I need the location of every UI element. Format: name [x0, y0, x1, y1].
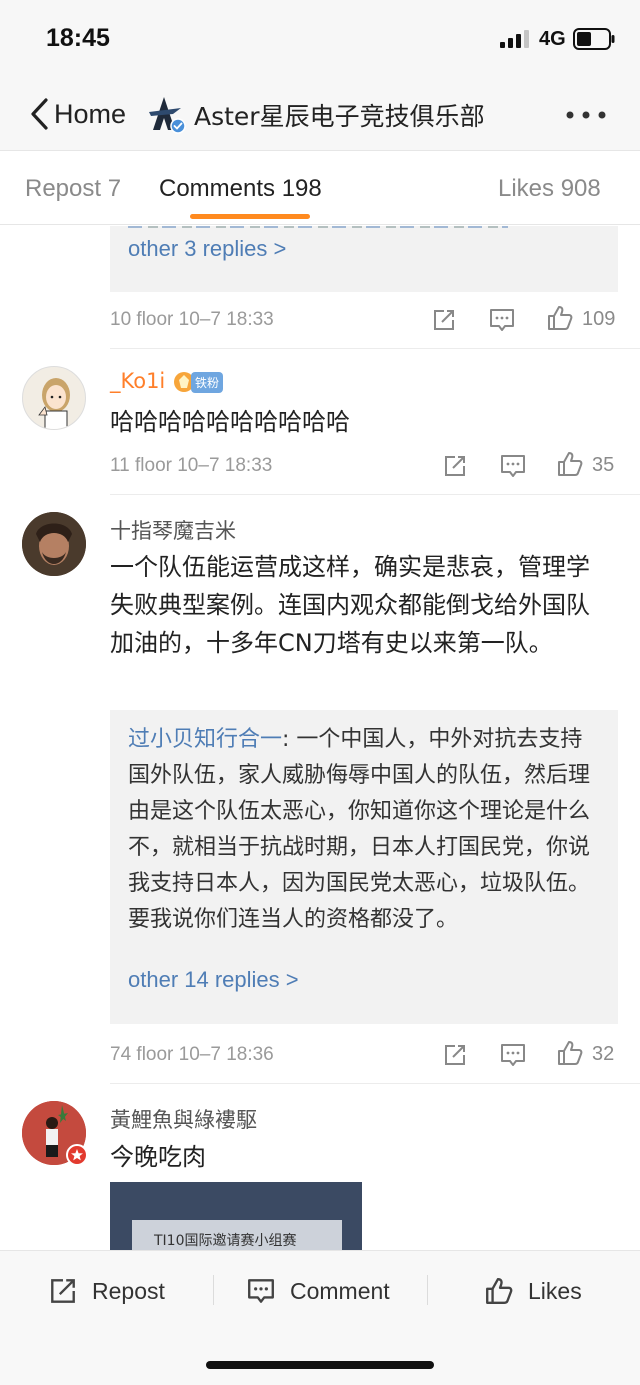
share-icon[interactable] — [430, 306, 458, 334]
like-count: 32 — [592, 1043, 615, 1065]
fan-badge: 铁粉 — [173, 371, 224, 393]
avatar-illustration — [38, 378, 70, 429]
comment-icon — [248, 1279, 274, 1303]
comment-meta: 74 floor 10–7 18:36 — [110, 1044, 274, 1065]
repost-label: Repost — [92, 1277, 165, 1304]
like-thumb-icon — [486, 1278, 513, 1304]
reply-box: other 3 replies > — [110, 226, 618, 292]
status-bar: 18:45 4G — [0, 0, 640, 80]
comment-icon[interactable] — [488, 306, 516, 334]
more-options-icon[interactable] — [565, 110, 607, 120]
username[interactable]: _Ko1i — [110, 369, 165, 393]
divider — [110, 1083, 640, 1084]
comment-text: 今晚吃肉 — [110, 1143, 206, 1171]
like-thumb-icon[interactable] — [546, 304, 574, 332]
like-count: 109 — [582, 308, 616, 330]
avatar-illustration — [22, 512, 86, 576]
avatar[interactable] — [22, 512, 86, 576]
club-logo-icon[interactable] — [145, 94, 187, 136]
signal-icon — [500, 30, 529, 48]
separator — [213, 1275, 214, 1305]
share-icon[interactable] — [441, 452, 469, 480]
repost-icon — [51, 1279, 75, 1303]
like-count: 35 — [592, 454, 615, 476]
back-button[interactable]: Home — [28, 94, 126, 134]
tab-comments[interactable]: Comments 198 — [159, 175, 322, 203]
comment-feed[interactable]: other 3 replies > 10 floor 10–7 18:33 10… — [0, 226, 640, 1250]
reply-content: 过小贝知行合一: 一个中国人，中外对抗去支持国外队伍，家人威胁侮辱中国人的队伍，… — [110, 710, 618, 938]
comment-text: 哈哈哈哈哈哈哈哈哈哈 — [110, 408, 350, 436]
username[interactable]: 黃鯉魚與綠褸駆 — [110, 1104, 257, 1134]
back-label: Home — [54, 98, 127, 129]
repost-button[interactable]: Repost — [48, 1273, 165, 1309]
likes-label: Likes — [528, 1277, 582, 1304]
active-tab-indicator — [190, 214, 310, 219]
verified-badge-icon — [66, 1144, 88, 1166]
reply-cutoff-text — [128, 226, 508, 228]
chevron-left-icon — [31, 98, 48, 130]
comment-label: Comment — [290, 1277, 390, 1304]
like-thumb-icon[interactable] — [556, 450, 584, 478]
avatar[interactable] — [22, 366, 86, 430]
reply-author[interactable]: 过小贝知行合一 — [128, 727, 282, 752]
home-indicator[interactable] — [206, 1361, 434, 1369]
battery-icon — [573, 28, 615, 50]
like-thumb-icon[interactable] — [556, 1039, 584, 1067]
page-title[interactable]: Aster星辰电子竞技俱乐部 — [194, 97, 485, 133]
comment-icon[interactable] — [499, 1041, 527, 1069]
more-replies-link[interactable]: other 3 replies > — [110, 236, 304, 262]
comment-button[interactable]: Comment — [246, 1273, 390, 1309]
tab-likes[interactable]: Likes 908 — [498, 175, 601, 203]
tab-repost[interactable]: Repost 7 — [25, 175, 121, 203]
status-time: 18:45 — [46, 24, 110, 52]
more-replies-link[interactable]: other 14 replies > — [110, 967, 317, 993]
bottom-action-bar: Repost Comment Likes — [0, 1250, 640, 1385]
nav-bar: Home Aster星辰电子竞技俱乐部 — [0, 80, 640, 150]
share-icon[interactable] — [441, 1041, 469, 1069]
network-type: 4G — [539, 28, 566, 50]
divider — [110, 494, 640, 495]
like-button[interactable]: Likes — [484, 1273, 582, 1309]
reply-text: : 一个中国人，中外对抗去支持国外队伍，家人威胁侮辱中国人的队伍，然后理由是这个… — [128, 727, 591, 932]
fan-badge-label: 铁粉 — [191, 371, 224, 393]
reply-box: 过小贝知行合一: 一个中国人，中外对抗去支持国外队伍，家人威胁侮辱中国人的队伍，… — [110, 710, 618, 1024]
comment-icon[interactable] — [499, 452, 527, 480]
comment-meta: 10 floor 10–7 18:33 — [110, 309, 274, 330]
separator — [427, 1275, 428, 1305]
tab-bar: Repost 7 Comments 198 Likes 908 — [0, 150, 640, 225]
comment-meta: 11 floor 10–7 18:33 — [110, 455, 273, 476]
image-caption: TI10国际邀请赛小组赛 — [154, 1233, 297, 1249]
divider — [110, 348, 640, 349]
username[interactable]: 十指琴魔吉米 — [110, 515, 236, 545]
comment-image[interactable]: TI10国际邀请赛小组赛 — [110, 1182, 362, 1250]
comment-text: 一个队伍能运营成这样，确实是悲哀，管理学失败典型案例。连国内观众都能倒戈给外国队… — [110, 553, 590, 657]
